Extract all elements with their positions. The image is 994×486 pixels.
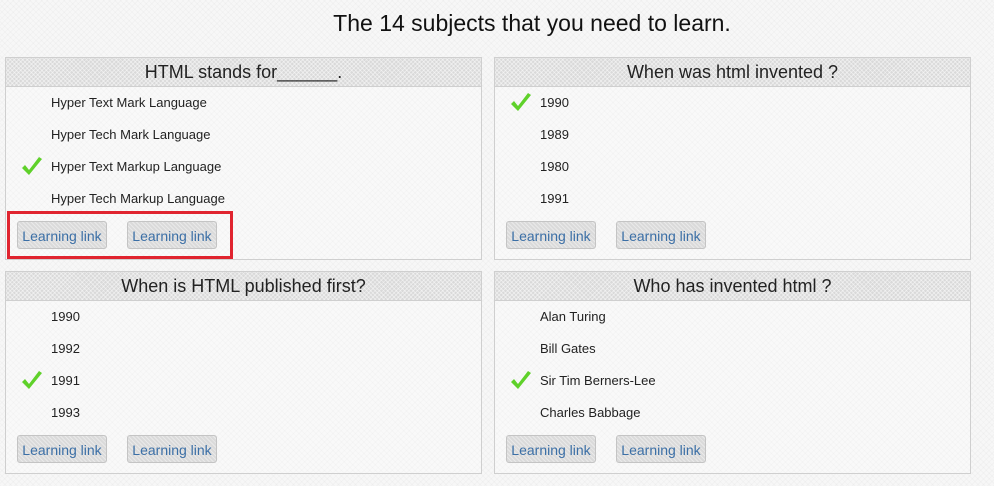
- answer-option[interactable]: Charles Babbage: [495, 402, 970, 424]
- learning-link-button[interactable]: Learning link: [616, 221, 706, 249]
- answer-option[interactable]: 1990: [6, 306, 481, 328]
- options-list: Hyper Text Mark Language Hyper Tech Mark…: [6, 87, 481, 215]
- answer-label: 1993: [51, 405, 80, 420]
- learning-link-button[interactable]: Learning link: [17, 435, 107, 463]
- answer-option[interactable]: 1991: [495, 188, 970, 210]
- question-card-4: Who has invented html ? Alan Turing Bill…: [494, 271, 971, 474]
- answer-label: 1991: [540, 191, 569, 206]
- learning-link-button[interactable]: Learning link: [127, 435, 217, 463]
- options-list: 1990 1989 1980 1991: [495, 87, 970, 215]
- question-title: When is HTML published first?: [6, 272, 481, 301]
- answer-option[interactable]: Alan Turing: [495, 306, 970, 328]
- options-list: 1990 1992 1991 1993: [6, 301, 481, 429]
- answer-option[interactable]: Hyper Tech Mark Language: [6, 124, 481, 146]
- answer-option[interactable]: Sir Tim Berners-Lee: [495, 370, 970, 392]
- answer-option[interactable]: 1990: [495, 92, 970, 114]
- checkmark-icon: [509, 370, 533, 392]
- answer-option[interactable]: 1992: [6, 338, 481, 360]
- checkmark-icon: [20, 156, 44, 178]
- question-card-1: HTML stands for______. Hyper Text Mark L…: [5, 57, 482, 260]
- answer-option[interactable]: 1991: [6, 370, 481, 392]
- answer-option[interactable]: 1980: [495, 156, 970, 178]
- page-title: The 14 subjects that you need to learn.: [333, 10, 731, 36]
- question-card-2: When was html invented ? 1990 1989 1980 …: [494, 57, 971, 260]
- answer-label: Bill Gates: [540, 341, 596, 356]
- question-title: When was html invented ?: [495, 58, 970, 87]
- answer-label: 1992: [51, 341, 80, 356]
- learning-link-button[interactable]: Learning link: [127, 221, 217, 249]
- question-title: Who has invented html ?: [495, 272, 970, 301]
- answer-label: 1990: [540, 95, 569, 110]
- learning-link-button[interactable]: Learning link: [17, 221, 107, 249]
- answer-option[interactable]: Bill Gates: [495, 338, 970, 360]
- answer-label: Sir Tim Berners-Lee: [540, 373, 656, 388]
- answer-label: Charles Babbage: [540, 405, 641, 420]
- question-title: HTML stands for______.: [6, 58, 481, 87]
- answer-label: 1991: [51, 373, 80, 388]
- answer-label: Hyper Text Markup Language: [51, 159, 222, 174]
- answer-label: 1990: [51, 309, 80, 324]
- checkmark-icon: [20, 370, 44, 392]
- answer-label: 1989: [540, 127, 569, 142]
- learning-link-button[interactable]: Learning link: [506, 435, 596, 463]
- answer-option[interactable]: 1989: [495, 124, 970, 146]
- options-list: Alan Turing Bill Gates Sir Tim Berners-L…: [495, 301, 970, 429]
- question-card-3: When is HTML published first? 1990 1992 …: [5, 271, 482, 474]
- answer-label: 1980: [540, 159, 569, 174]
- answer-label: Alan Turing: [540, 309, 606, 324]
- answer-option[interactable]: Hyper Text Markup Language: [6, 156, 481, 178]
- answer-option[interactable]: 1993: [6, 402, 481, 424]
- learning-link-button[interactable]: Learning link: [616, 435, 706, 463]
- answer-option[interactable]: Hyper Text Mark Language: [6, 92, 481, 114]
- answer-label: Hyper Tech Mark Language: [51, 127, 211, 142]
- answer-label: Hyper Text Mark Language: [51, 95, 207, 110]
- answer-label: Hyper Tech Markup Language: [51, 191, 225, 206]
- checkmark-icon: [509, 92, 533, 114]
- answer-option[interactable]: Hyper Tech Markup Language: [6, 188, 481, 210]
- learning-link-button[interactable]: Learning link: [506, 221, 596, 249]
